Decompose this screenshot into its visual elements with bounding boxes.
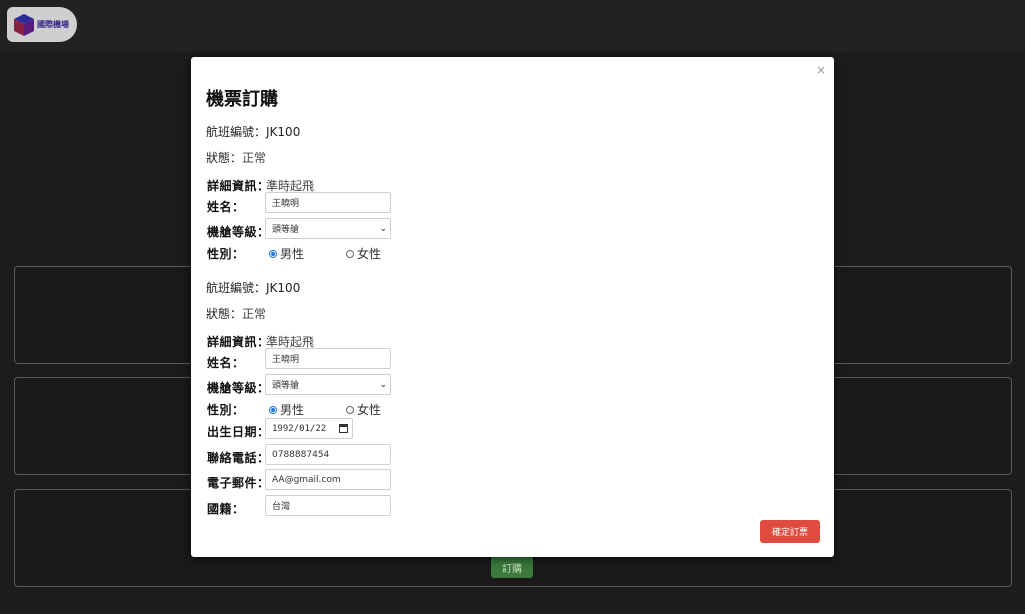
name-input[interactable]: 王曉明 bbox=[265, 192, 391, 213]
email-label: 電子郵件： bbox=[207, 476, 270, 490]
gender-label: 性別： bbox=[207, 403, 245, 417]
gender-male-radio[interactable]: 男性 bbox=[269, 245, 304, 262]
gender-male-radio[interactable]: 男性 bbox=[269, 401, 304, 418]
gender-female-radio[interactable]: 女性 bbox=[346, 401, 381, 418]
birth-label: 出生日期： bbox=[207, 425, 270, 439]
modal-title: 機票訂購 bbox=[206, 89, 278, 110]
chevron-down-icon: ⌄ bbox=[379, 379, 387, 390]
cabin-label: 機艙等級： bbox=[207, 225, 270, 239]
nationality-input[interactable]: 台灣 bbox=[265, 495, 391, 516]
radio-unchecked-icon bbox=[346, 405, 354, 414]
email-input[interactable]: AA@gmail.com bbox=[265, 469, 391, 490]
name-input[interactable]: 王曉明 bbox=[265, 348, 391, 369]
cabin-select[interactable]: 頭等艙 ⌄ bbox=[265, 218, 391, 239]
phone-label: 聯絡電話： bbox=[207, 451, 270, 465]
cube-icon bbox=[14, 13, 34, 36]
birth-date-input[interactable]: 1992/01/22 bbox=[265, 418, 353, 439]
detail-label: 詳細資訊： bbox=[207, 335, 270, 349]
cabin-label: 機艙等級： bbox=[207, 381, 270, 395]
cabin-select[interactable]: 頭等艙 ⌄ bbox=[265, 374, 391, 395]
radio-checked-icon bbox=[269, 405, 277, 414]
close-icon[interactable]: × bbox=[816, 63, 826, 77]
order-button[interactable]: 訂購 bbox=[491, 556, 533, 578]
booking-modal: × 機票訂購 航班編號：JK100 狀態：正常 詳細資訊： 準時起飛 姓名： 王… bbox=[191, 57, 834, 557]
detail-label: 詳細資訊： bbox=[207, 179, 270, 193]
chevron-down-icon: ⌄ bbox=[379, 223, 387, 234]
logo-text: 國際機場 bbox=[37, 20, 69, 29]
phone-input[interactable]: 0788887454 bbox=[265, 444, 391, 465]
flight-number: 航班編號：JK100 bbox=[206, 281, 301, 295]
radio-checked-icon bbox=[269, 249, 277, 258]
calendar-icon bbox=[339, 424, 348, 433]
name-label: 姓名： bbox=[207, 356, 245, 370]
flight-number: 航班編號：JK100 bbox=[206, 125, 301, 139]
nationality-label: 國籍： bbox=[207, 502, 245, 516]
confirm-booking-button[interactable]: 確定訂票 bbox=[760, 520, 820, 543]
name-label: 姓名： bbox=[207, 200, 245, 214]
radio-unchecked-icon bbox=[346, 249, 354, 258]
gender-label: 性別： bbox=[207, 247, 245, 261]
flight-status: 狀態：正常 bbox=[206, 151, 267, 165]
site-logo[interactable]: 國際機場 bbox=[7, 7, 77, 42]
gender-female-radio[interactable]: 女性 bbox=[346, 245, 381, 262]
top-bar: 國際機場 bbox=[0, 0, 1025, 52]
flight-status: 狀態：正常 bbox=[206, 307, 267, 321]
